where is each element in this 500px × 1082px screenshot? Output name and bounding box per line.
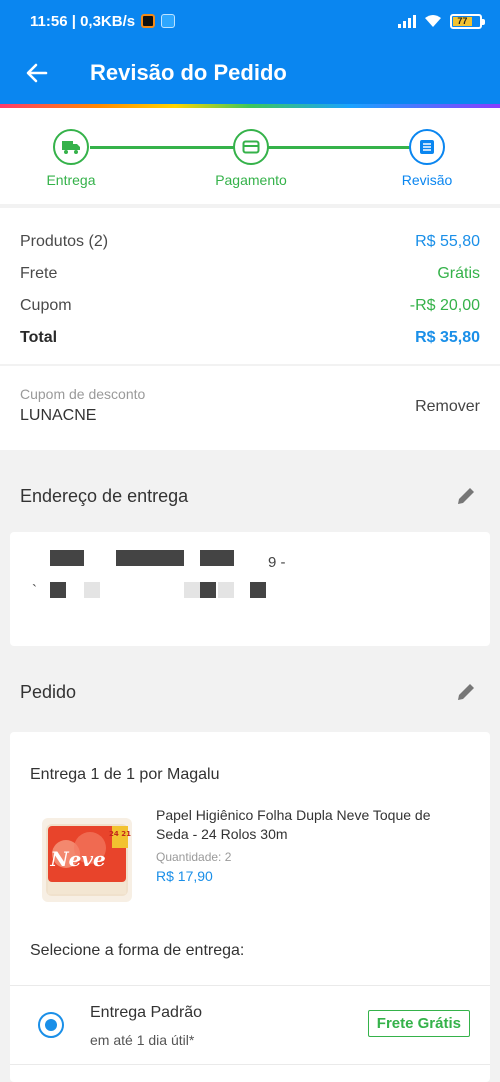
edit-order-button[interactable] — [452, 678, 480, 706]
status-time-speed: 11:56 | 0,3KB/s — [30, 12, 136, 30]
summary-label: Produtos (2) — [20, 233, 109, 250]
card-icon — [242, 140, 260, 154]
brand-logo-text: Neve — [49, 847, 105, 871]
summary-label: Cupom — [20, 297, 72, 314]
edit-address-button[interactable] — [452, 482, 480, 510]
product-price: R$ 17,90 — [156, 868, 213, 884]
top-bar: 11:56 | 0,3KB/s 77 Revisão do Pedido — [0, 0, 500, 108]
pencil-icon — [458, 488, 474, 504]
order-summary: Produtos (2) R$ 55,80 Frete Grátis Cupom… — [0, 208, 500, 364]
step-label: Pagamento — [215, 172, 287, 188]
address-section-header: Endereço de entrega — [0, 466, 500, 526]
free-shipping-badge: Frete Grátis — [367, 1010, 470, 1037]
shipping-select-label: Selecione a forma de entrega: — [30, 942, 245, 959]
redacted-text — [116, 550, 184, 566]
notification-app-icon — [141, 14, 156, 28]
summary-row-shipping: Frete Grátis — [20, 258, 480, 290]
order-card: Entrega 1 de 1 por Magalu 24 21 Neve Pap… — [10, 732, 490, 1082]
address-card[interactable]: 9 - ` — [10, 532, 490, 646]
summary-label: Frete — [20, 265, 58, 282]
redacted-text — [250, 582, 266, 598]
step-label: Revisão — [401, 172, 453, 188]
step-circle — [233, 129, 269, 165]
step-revisao[interactable]: Revisão — [377, 129, 477, 188]
shipping-option-name: Entrega Padrão — [90, 1004, 203, 1021]
redacted-text — [200, 550, 234, 566]
back-button[interactable] — [22, 58, 52, 88]
redacted-text — [50, 582, 66, 598]
address-line1-fragment: 9 - — [268, 554, 286, 571]
summary-value: Grátis — [437, 265, 480, 282]
summary-row-coupon: Cupom -R$ 20,00 — [20, 290, 480, 322]
shipping-option-eta: em até 1 dia útil* — [90, 1032, 195, 1048]
step-circle — [409, 129, 445, 165]
pack-count-text: 24 21 — [109, 830, 131, 838]
coupon-label: Cupom de desconto — [20, 386, 146, 402]
divider — [10, 985, 490, 986]
coupon-section: Cupom de desconto LUNACNE Remover — [0, 366, 500, 450]
summary-label: Total — [20, 329, 58, 346]
step-circle — [53, 129, 89, 165]
page-title: Revisão do Pedido — [90, 60, 287, 85]
pencil-icon — [458, 684, 474, 700]
summary-value: R$ 55,80 — [415, 233, 480, 250]
redacted-text — [200, 582, 216, 598]
checkout-stepper: Entrega Pagamento Revisão — [0, 108, 500, 204]
status-bar: 11:56 | 0,3KB/s 77 — [0, 0, 500, 42]
summary-value: R$ 35,80 — [415, 329, 480, 346]
list-icon — [420, 140, 434, 154]
redacted-text — [218, 582, 234, 598]
redacted-text — [184, 582, 200, 598]
wifi-icon — [425, 15, 441, 27]
shipping-option-radio[interactable] — [38, 1012, 64, 1038]
radio-selected-dot — [45, 1019, 57, 1031]
address-section-title: Endereço de entrega — [20, 485, 189, 506]
upload-icon — [161, 14, 176, 28]
step-pagamento[interactable]: Pagamento — [201, 129, 301, 188]
summary-value: -R$ 20,00 — [409, 297, 480, 314]
order-section-header: Pedido — [0, 662, 500, 722]
truck-icon — [62, 141, 80, 154]
battery-icon: 77 — [450, 13, 485, 29]
summary-row-total: Total R$ 35,80 — [20, 322, 480, 354]
product-image: 24 21 Neve — [42, 818, 132, 902]
redacted-text — [84, 582, 100, 598]
step-label: Entrega — [46, 172, 96, 188]
product-quantity: Quantidade: 2 — [156, 850, 232, 864]
order-section-title: Pedido — [20, 681, 77, 702]
delivery-title: Entrega 1 de 1 por Magalu — [30, 766, 220, 783]
battery-level: 77 — [453, 16, 472, 26]
remove-coupon-button[interactable]: Remover — [415, 398, 480, 416]
divider — [10, 1064, 490, 1065]
redacted-text — [50, 550, 84, 566]
summary-row-products: Produtos (2) R$ 55,80 — [20, 226, 480, 258]
arrow-left-icon — [26, 63, 48, 83]
app-bar: Revisão do Pedido — [0, 42, 500, 104]
step-entrega[interactable]: Entrega — [21, 129, 121, 188]
coupon-code: LUNACNE — [20, 407, 97, 424]
address-line2-fragment: ` — [32, 582, 37, 599]
product-name: Papel Higiênico Folha Dupla Neve Toque d… — [156, 807, 431, 842]
signal-icon — [398, 14, 416, 28]
